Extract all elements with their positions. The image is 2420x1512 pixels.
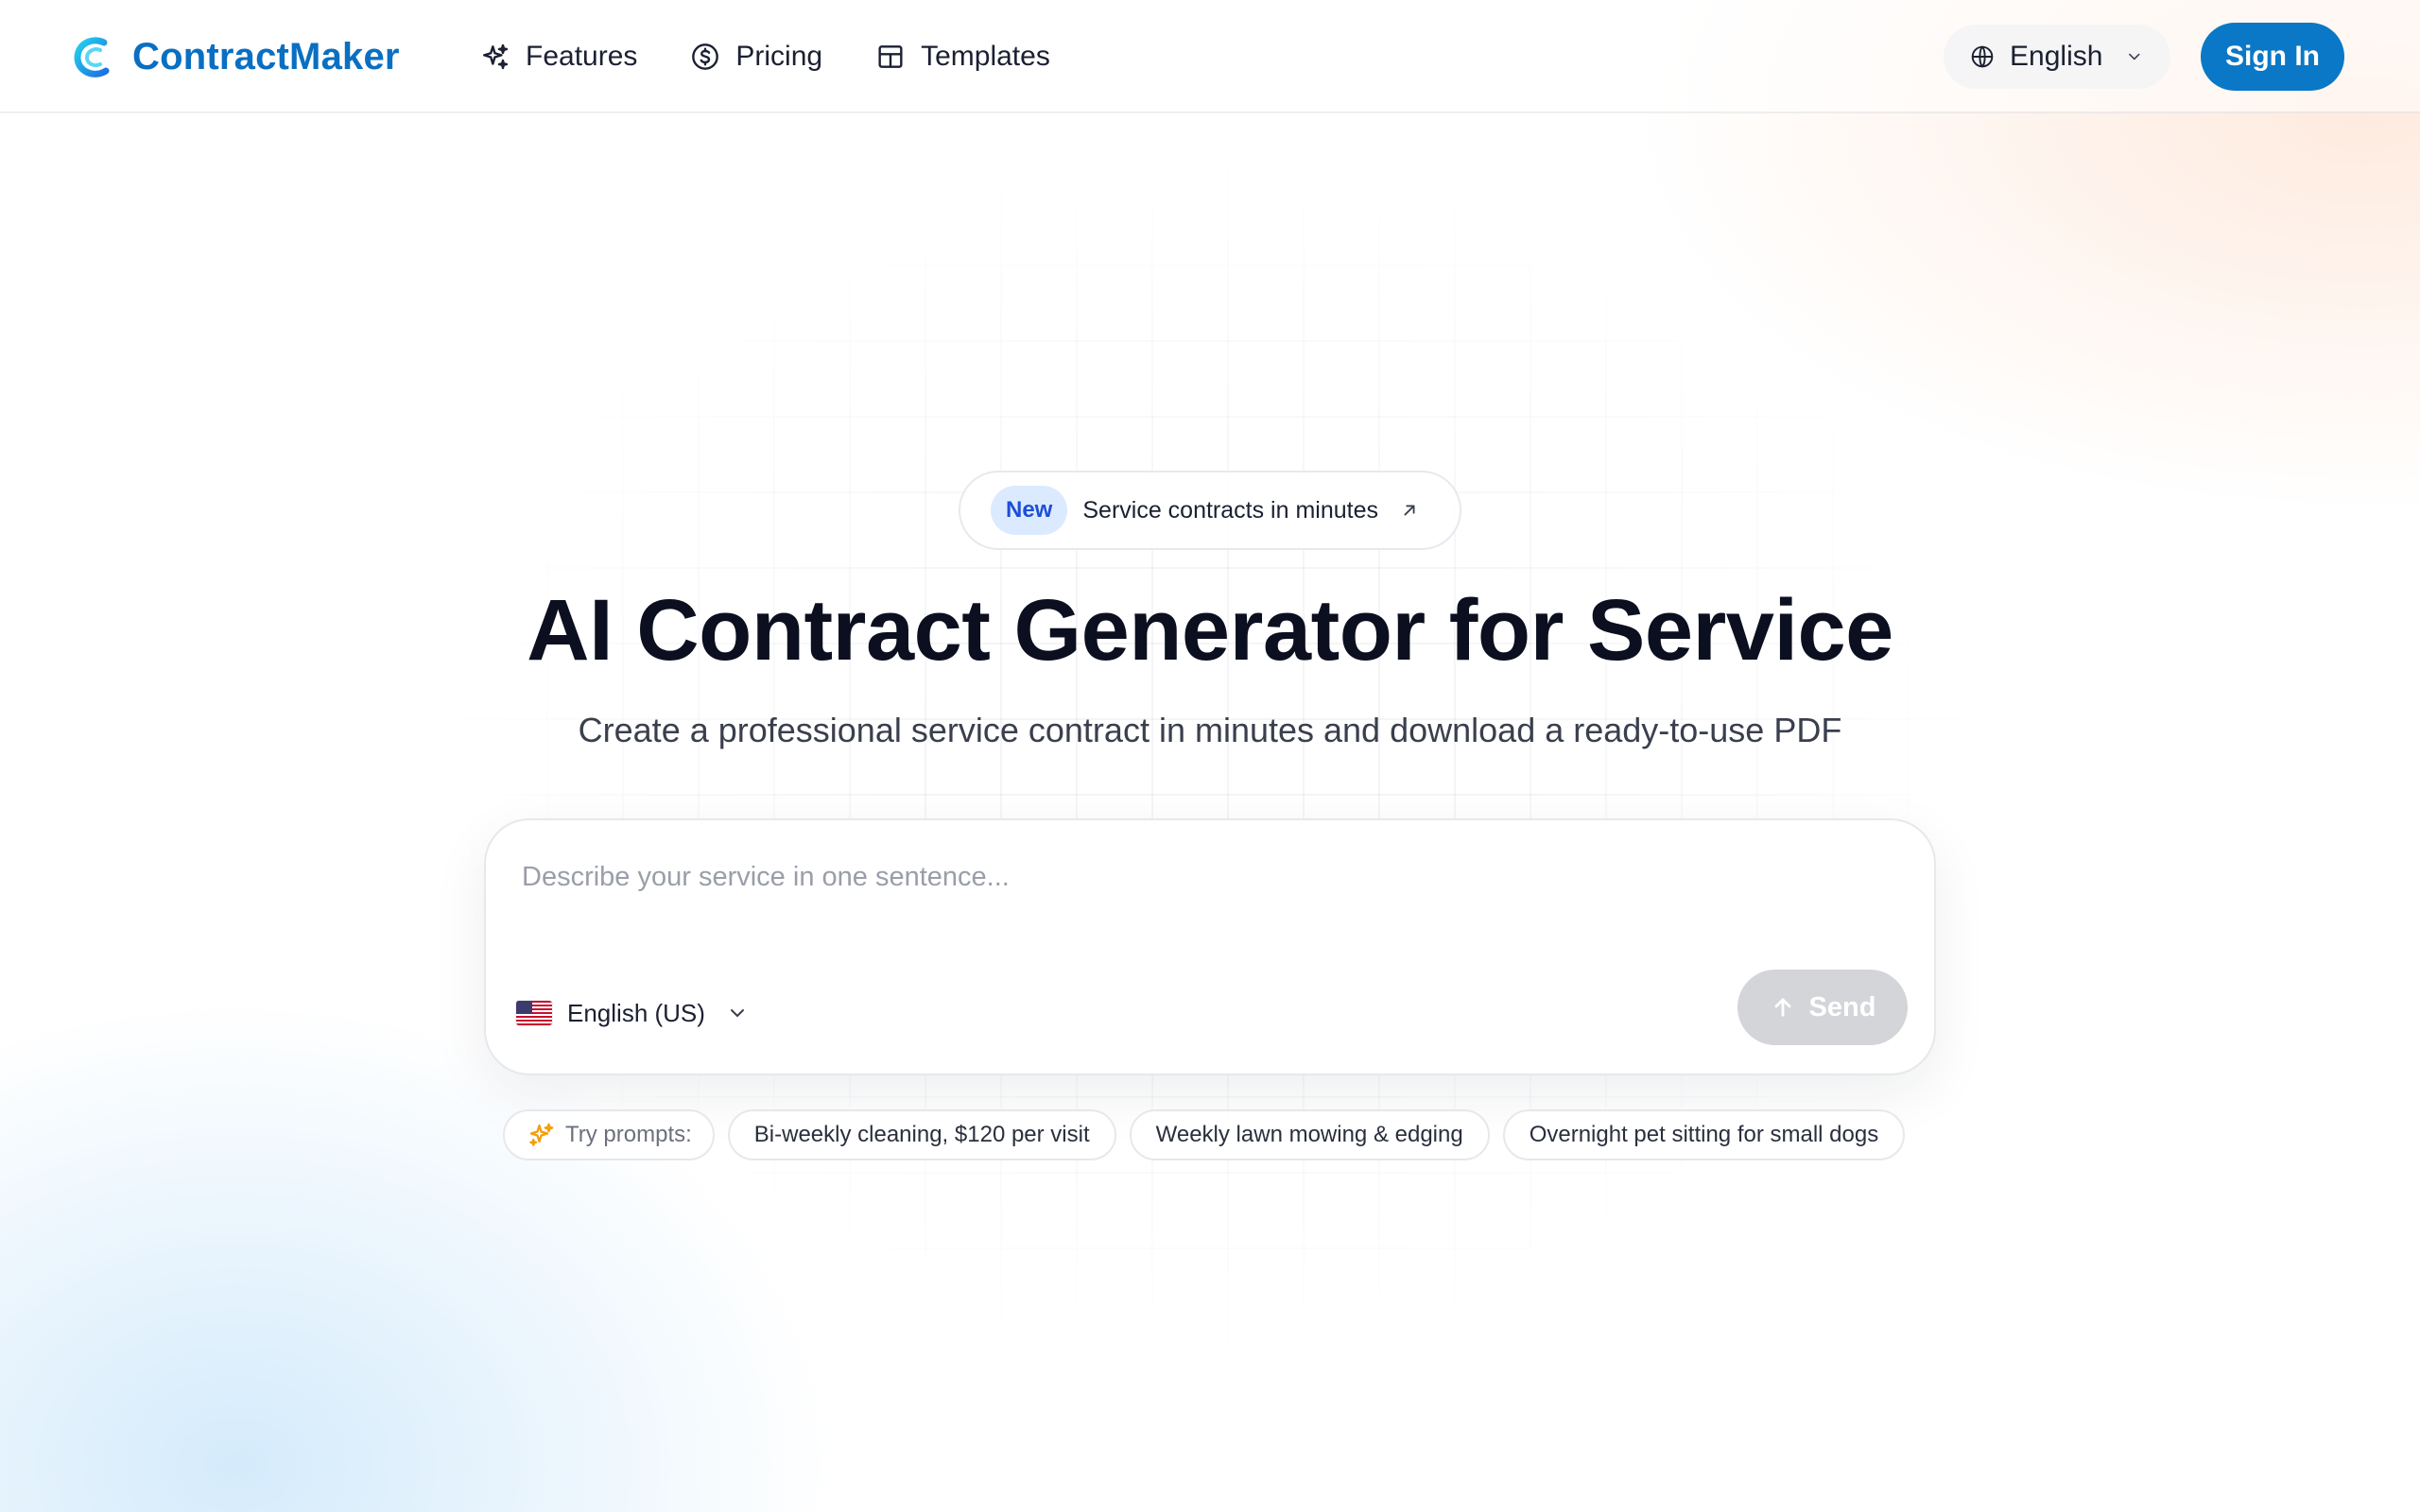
nav-item-templates[interactable]: Templates — [875, 41, 1050, 73]
page-subtitle: Create a professional service contract i… — [578, 711, 1842, 749]
prompt-composer: English (US) Send — [484, 818, 1936, 1075]
arrow-up-icon — [1774, 998, 1790, 1017]
page: ContractMaker Features Pricing Templates… — [0, 0, 2420, 1512]
sparkles-icon — [483, 43, 509, 70]
contract-language-label: English (US) — [567, 998, 705, 1027]
nav-item-label: Templates — [921, 41, 1050, 72]
new-tag: New — [991, 486, 1068, 535]
page-title: AI Contract Generator for Service — [527, 582, 1893, 679]
announcement-text: Service contracts in minutes — [1082, 496, 1378, 524]
prompt-chip[interactable]: Weekly lawn mowing & edging — [1129, 1109, 1490, 1160]
brand-name: ContractMaker — [132, 35, 400, 77]
brand-logo-link[interactable]: ContractMaker — [72, 30, 400, 83]
globe-icon — [1971, 45, 1994, 68]
try-prompts-label-chip: Try prompts: — [503, 1109, 715, 1160]
nav-item-features[interactable]: Features — [480, 41, 637, 73]
contract-language-selector[interactable]: English (US) — [516, 987, 749, 1040]
chevron-down-icon — [2129, 53, 2140, 60]
language-selector[interactable]: English — [1944, 25, 2170, 89]
try-prompts-label: Try prompts: — [565, 1122, 692, 1147]
chevron-down-icon — [730, 1009, 744, 1017]
contractmaker-logo-icon — [74, 37, 110, 77]
send-button[interactable]: Send — [1737, 970, 1908, 1045]
sparkles-icon — [529, 1123, 554, 1146]
announcement-badge[interactable]: New Service contracts in minutes — [959, 471, 1461, 550]
nav-item-label: Features — [526, 41, 638, 72]
send-label: Send — [1808, 991, 1876, 1022]
prompt-chip[interactable]: Bi-weekly cleaning, $120 per visit — [727, 1109, 1116, 1160]
language-label: English — [2010, 41, 2103, 72]
top-navigation-bar: ContractMaker Features Pricing Templates… — [0, 0, 2420, 113]
nav-item-pricing[interactable]: Pricing — [690, 41, 822, 73]
main-nav: Features Pricing Templates — [480, 28, 1050, 85]
us-flag-icon — [516, 1001, 552, 1025]
nav-item-label: Pricing — [735, 41, 823, 72]
sign-in-button[interactable]: Sign In — [2201, 23, 2344, 91]
prompt-chip[interactable]: Overnight pet sitting for small dogs — [1502, 1109, 1906, 1160]
arrow-up-right-icon — [1404, 505, 1415, 516]
example-prompts: Try prompts: Bi-weekly cleaning, $120 pe… — [503, 1109, 1906, 1160]
background-grid — [0, 113, 2420, 1512]
dollar-circle-icon — [692, 43, 719, 70]
service-description-input[interactable] — [522, 849, 1893, 905]
grid-icon — [878, 45, 903, 68]
